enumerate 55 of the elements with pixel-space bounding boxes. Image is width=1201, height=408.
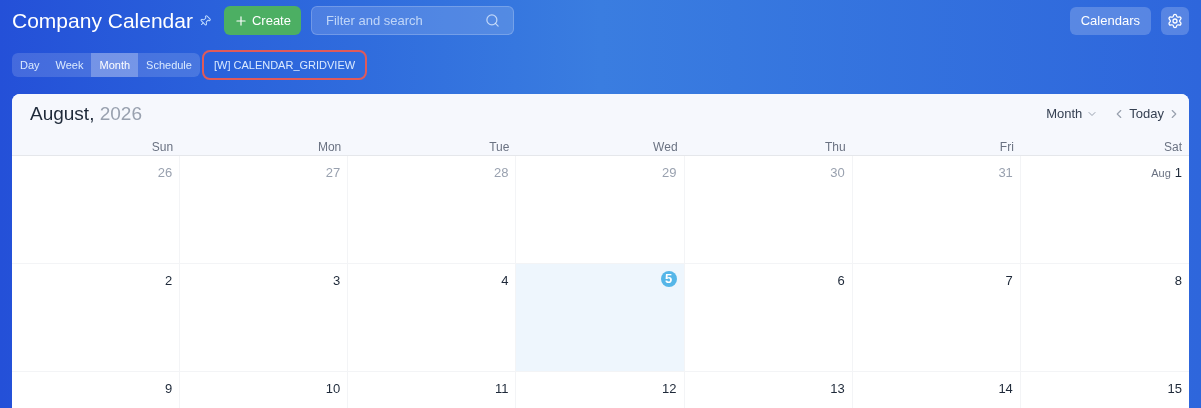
search-icon bbox=[484, 13, 500, 28]
day-number: 31 bbox=[998, 164, 1013, 182]
weekday-label: Tue bbox=[489, 140, 510, 154]
day-number: 30 bbox=[830, 164, 845, 182]
day-cell[interactable]: 13 bbox=[684, 372, 853, 408]
day-number: 9 bbox=[164, 380, 173, 398]
view-tag[interactable]: [W] CALENDAR_GRIDVIEW bbox=[201, 50, 368, 80]
day-number: 12 bbox=[662, 380, 677, 398]
view-tab[interactable]: Day bbox=[12, 53, 48, 77]
weekday-label: Fri bbox=[999, 140, 1014, 154]
day-cell[interactable]: 12 bbox=[516, 372, 685, 408]
calendars-button[interactable]: Calendars bbox=[1069, 6, 1151, 35]
weekday-label: Mon bbox=[317, 140, 342, 154]
settings-icon bbox=[1167, 12, 1183, 29]
day-number: 27 bbox=[325, 164, 341, 182]
day-cell[interactable]: 10 bbox=[180, 372, 349, 408]
day-cell[interactable]: Aug 1 bbox=[1020, 156, 1189, 263]
day-number: 13 bbox=[830, 380, 845, 398]
view-tab[interactable]: Schedule bbox=[138, 53, 200, 77]
day-number: 11 bbox=[494, 380, 509, 398]
day-cell[interactable]: 8 bbox=[1020, 264, 1189, 371]
day-cell[interactable]: 7 bbox=[852, 264, 1021, 371]
day-cell[interactable]: 2 bbox=[12, 264, 181, 371]
settings-button[interactable] bbox=[1161, 6, 1189, 35]
day-number: 8 bbox=[1174, 272, 1182, 290]
day-cell[interactable]: 6 bbox=[684, 264, 853, 371]
day-number: 6 bbox=[837, 272, 845, 290]
day-cell[interactable]: 15 bbox=[1020, 372, 1189, 408]
day-cell[interactable]: 3 bbox=[180, 264, 349, 371]
month-label: Aug bbox=[1151, 166, 1171, 181]
day-number: 29 bbox=[662, 164, 677, 182]
day-number: 14 bbox=[998, 380, 1013, 398]
weekday-label: Sun bbox=[151, 140, 174, 154]
weekday-label: Wed bbox=[653, 140, 678, 154]
view-select[interactable]: Month bbox=[1046, 104, 1099, 124]
day-number: 4 bbox=[501, 272, 509, 290]
day-number: 3 bbox=[333, 272, 341, 290]
view-tab[interactable]: Week bbox=[47, 53, 92, 77]
day-cell[interactable]: 9 bbox=[12, 372, 181, 408]
day-number: 7 bbox=[1005, 272, 1013, 290]
today-button[interactable]: Today bbox=[1129, 104, 1164, 124]
day-number: 26 bbox=[157, 164, 173, 182]
weekday-label: Thu bbox=[825, 140, 846, 154]
day-number: 1 bbox=[1174, 164, 1182, 182]
month-title: August, 2026 bbox=[30, 101, 142, 126]
day-number: 10 bbox=[325, 380, 341, 398]
day-number: 5 bbox=[660, 271, 677, 287]
weekday-label: Sat bbox=[1163, 140, 1182, 154]
day-cell[interactable]: 11 bbox=[348, 372, 517, 408]
plus-icon bbox=[233, 13, 248, 28]
page-title: Company Calendar bbox=[12, 7, 193, 34]
day-cell[interactable]: 14 bbox=[852, 372, 1021, 408]
day-number: 15 bbox=[1167, 380, 1182, 398]
day-number: 2 bbox=[164, 272, 173, 290]
day-number: 28 bbox=[493, 164, 509, 182]
